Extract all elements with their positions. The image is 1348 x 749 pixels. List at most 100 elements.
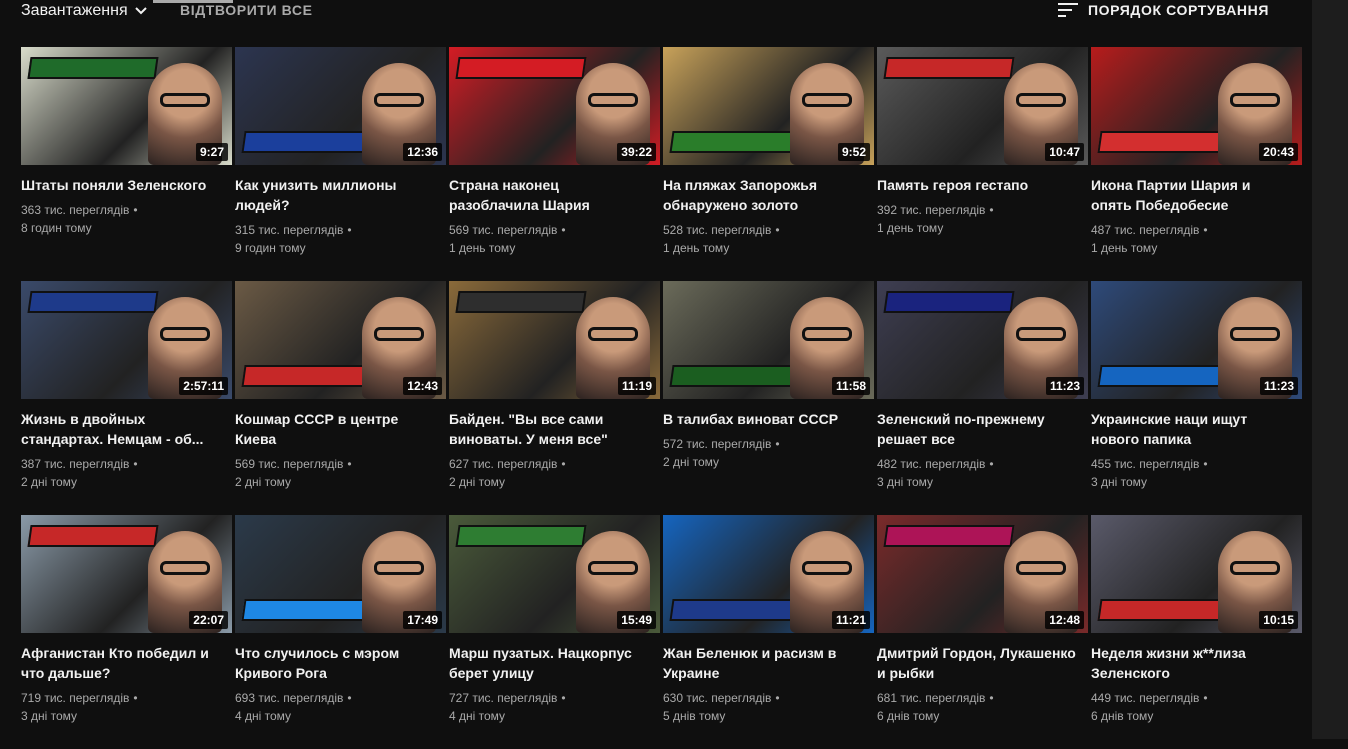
video-title[interactable]: Жизнь в двойных стандартах. Немцам - об.… bbox=[21, 409, 221, 449]
separator-dot: • bbox=[133, 691, 138, 705]
video-card[interactable]: 12:36 Как унизить миллионы людей? 315 тис.… bbox=[235, 47, 446, 281]
uploads-dropdown[interactable]: Завантаження bbox=[21, 0, 148, 22]
video-title[interactable]: Неделя жизни ж**лиза Зеленского bbox=[1091, 643, 1291, 683]
video-thumbnail[interactable]: 12:48 bbox=[877, 515, 1088, 633]
video-card[interactable]: 15:49 Марш пузатых. Нацкорпус берет улицу… bbox=[449, 515, 660, 749]
video-thumbnail[interactable]: 12:36 bbox=[235, 47, 446, 165]
video-card[interactable]: 11:19 Байден. "Вы все сами виноваты. У ме… bbox=[449, 281, 660, 515]
video-title[interactable]: Что случилось с мэром Кривого Рога bbox=[235, 643, 435, 683]
video-card[interactable]: 17:49 Что случилось с мэром Кривого Рога 6… bbox=[235, 515, 446, 749]
view-count: 487 тис. переглядів bbox=[1091, 223, 1200, 237]
chevron-down-icon bbox=[134, 7, 147, 15]
video-thumbnail[interactable]: 20:43 bbox=[1091, 47, 1302, 165]
video-title[interactable]: Жан Беленюк и расизм в Украине bbox=[663, 643, 863, 683]
thumbnail-banner bbox=[1097, 131, 1229, 153]
video-metadata: 315 тис. переглядів • 9 годин тому bbox=[235, 221, 446, 257]
video-card[interactable]: 2:57:11 Жизнь в двойных стандартах. Немца… bbox=[21, 281, 232, 515]
thumbnail-banner bbox=[669, 599, 801, 621]
video-card[interactable]: 10:47 Память героя гестапо 392 тис. перегл… bbox=[877, 47, 1088, 281]
upload-age: 1 день тому bbox=[877, 221, 944, 235]
video-thumbnail[interactable]: 2:57:11 bbox=[21, 281, 232, 399]
video-thumbnail[interactable]: 11:58 bbox=[663, 281, 874, 399]
play-all-button[interactable]: ВІДТВОРИТИ ВСЕ bbox=[180, 2, 313, 18]
video-thumbnail[interactable]: 9:52 bbox=[663, 47, 874, 165]
video-card[interactable]: 39:22 Страна наконец разоблачила Шария 569… bbox=[449, 47, 660, 281]
video-metadata: 569 тис. переглядів • 1 день тому bbox=[449, 221, 660, 257]
video-title[interactable]: Украинские наци ищут нового папика bbox=[1091, 409, 1291, 449]
upload-age: 6 днів тому bbox=[877, 709, 940, 723]
video-title[interactable]: Кошмар СССР в центре Киева bbox=[235, 409, 435, 449]
separator-dot: • bbox=[561, 691, 566, 705]
video-card[interactable]: 22:07 Афганистан Кто победил и что дальше… bbox=[21, 515, 232, 749]
sort-button[interactable]: ПОРЯДОК СОРТУВАННЯ bbox=[1058, 0, 1269, 20]
video-title[interactable]: Марш пузатых. Нацкорпус берет улицу bbox=[449, 643, 649, 683]
video-title[interactable]: Как унизить миллионы людей? bbox=[235, 175, 435, 215]
upload-age: 6 днів тому bbox=[1091, 709, 1154, 723]
video-card[interactable]: 12:43 Кошмар СССР в центре Киева 569 тис. … bbox=[235, 281, 446, 515]
video-thumbnail[interactable]: 12:43 bbox=[235, 281, 446, 399]
video-duration: 11:23 bbox=[1045, 377, 1084, 395]
glasses-shape bbox=[1230, 561, 1280, 575]
video-metadata: 719 тис. переглядів • 3 дні тому bbox=[21, 689, 232, 725]
video-thumbnail[interactable]: 11:19 bbox=[449, 281, 660, 399]
video-metadata: 569 тис. переглядів • 2 дні тому bbox=[235, 455, 446, 491]
video-thumbnail[interactable]: 17:49 bbox=[235, 515, 446, 633]
view-count: 449 тис. переглядів bbox=[1091, 691, 1200, 705]
glasses-shape bbox=[374, 93, 424, 107]
video-card[interactable]: 11:23 Украинские наци ищут нового папика 4… bbox=[1091, 281, 1302, 515]
video-title[interactable]: Дмитрий Гордон, Лукашенко и рыбки bbox=[877, 643, 1077, 683]
video-thumbnail[interactable]: 15:49 bbox=[449, 515, 660, 633]
thumbnail-banner bbox=[883, 291, 1015, 313]
video-duration: 12:36 bbox=[403, 143, 442, 161]
glasses-shape bbox=[588, 93, 638, 107]
video-thumbnail[interactable]: 11:23 bbox=[1091, 281, 1302, 399]
thumbnail-banner bbox=[455, 525, 587, 547]
video-title[interactable]: Страна наконец разоблачила Шария bbox=[449, 175, 649, 215]
view-count: 363 тис. переглядів bbox=[21, 203, 130, 217]
video-metadata: 572 тис. переглядів • 2 дні тому bbox=[663, 435, 874, 471]
video-title[interactable]: Зеленский по-прежнему решает все bbox=[877, 409, 1077, 449]
video-thumbnail[interactable]: 9:27 bbox=[21, 47, 232, 165]
upload-age: 3 дні тому bbox=[21, 709, 78, 723]
video-card[interactable]: 11:21 Жан Беленюк и расизм в Украине 630 т… bbox=[663, 515, 874, 749]
video-card[interactable]: 10:15 Неделя жизни ж**лиза Зеленского 449 … bbox=[1091, 515, 1302, 749]
thumbnail-banner bbox=[1097, 365, 1229, 387]
separator-dot: • bbox=[561, 223, 566, 237]
video-card[interactable]: 20:43 Икона Партии Шария и опять Победобе… bbox=[1091, 47, 1302, 281]
video-duration: 10:47 bbox=[1045, 143, 1084, 161]
video-duration: 9:52 bbox=[837, 143, 870, 161]
glasses-shape bbox=[1016, 327, 1066, 341]
video-card[interactable]: 11:23 Зеленский по-прежнему решает все 482… bbox=[877, 281, 1088, 515]
view-count: 572 тис. переглядів bbox=[663, 437, 772, 451]
thumbnail-banner bbox=[27, 291, 159, 313]
separator-dot: • bbox=[989, 691, 994, 705]
video-title[interactable]: Икона Партии Шария и опять Победобесие bbox=[1091, 175, 1291, 215]
view-count: 569 тис. переглядів bbox=[235, 457, 344, 471]
video-card[interactable]: 12:48 Дмитрий Гордон, Лукашенко и рыбки 68… bbox=[877, 515, 1088, 749]
thumbnail-banner bbox=[27, 57, 159, 79]
thumbnail-banner bbox=[883, 57, 1015, 79]
video-title[interactable]: Байден. "Вы все сами виноваты. У меня вс… bbox=[449, 409, 649, 449]
video-card[interactable]: 11:58 В талибах виноват СССР 572 тис. пере… bbox=[663, 281, 874, 515]
video-thumbnail[interactable]: 10:15 bbox=[1091, 515, 1302, 633]
separator-dot: • bbox=[775, 223, 780, 237]
video-duration: 12:48 bbox=[1045, 611, 1084, 629]
video-card[interactable]: 9:52 На пляжах Запорожья обнаружено золот… bbox=[663, 47, 874, 281]
video-metadata: 630 тис. переглядів • 5 днів тому bbox=[663, 689, 874, 725]
page-scrollbar[interactable] bbox=[1312, 0, 1348, 739]
video-metadata: 363 тис. переглядів • 8 годин тому bbox=[21, 201, 232, 237]
video-metadata: 528 тис. переглядів • 1 день тому bbox=[663, 221, 874, 257]
video-thumbnail[interactable]: 39:22 bbox=[449, 47, 660, 165]
thumbnail-banner bbox=[669, 365, 801, 387]
video-thumbnail[interactable]: 22:07 bbox=[21, 515, 232, 633]
view-count: 681 тис. переглядів bbox=[877, 691, 986, 705]
video-thumbnail[interactable]: 10:47 bbox=[877, 47, 1088, 165]
video-title[interactable]: На пляжах Запорожья обнаружено золото bbox=[663, 175, 863, 215]
video-card[interactable]: 9:27 Штаты поняли Зеленского 363 тис. пере… bbox=[21, 47, 232, 281]
video-title[interactable]: Афганистан Кто победил и что дальше? bbox=[21, 643, 221, 683]
video-duration: 9:27 bbox=[195, 143, 228, 161]
view-count: 569 тис. переглядів bbox=[449, 223, 558, 237]
video-thumbnail[interactable]: 11:21 bbox=[663, 515, 874, 633]
video-thumbnail[interactable]: 11:23 bbox=[877, 281, 1088, 399]
thumbnail-banner bbox=[669, 131, 801, 153]
